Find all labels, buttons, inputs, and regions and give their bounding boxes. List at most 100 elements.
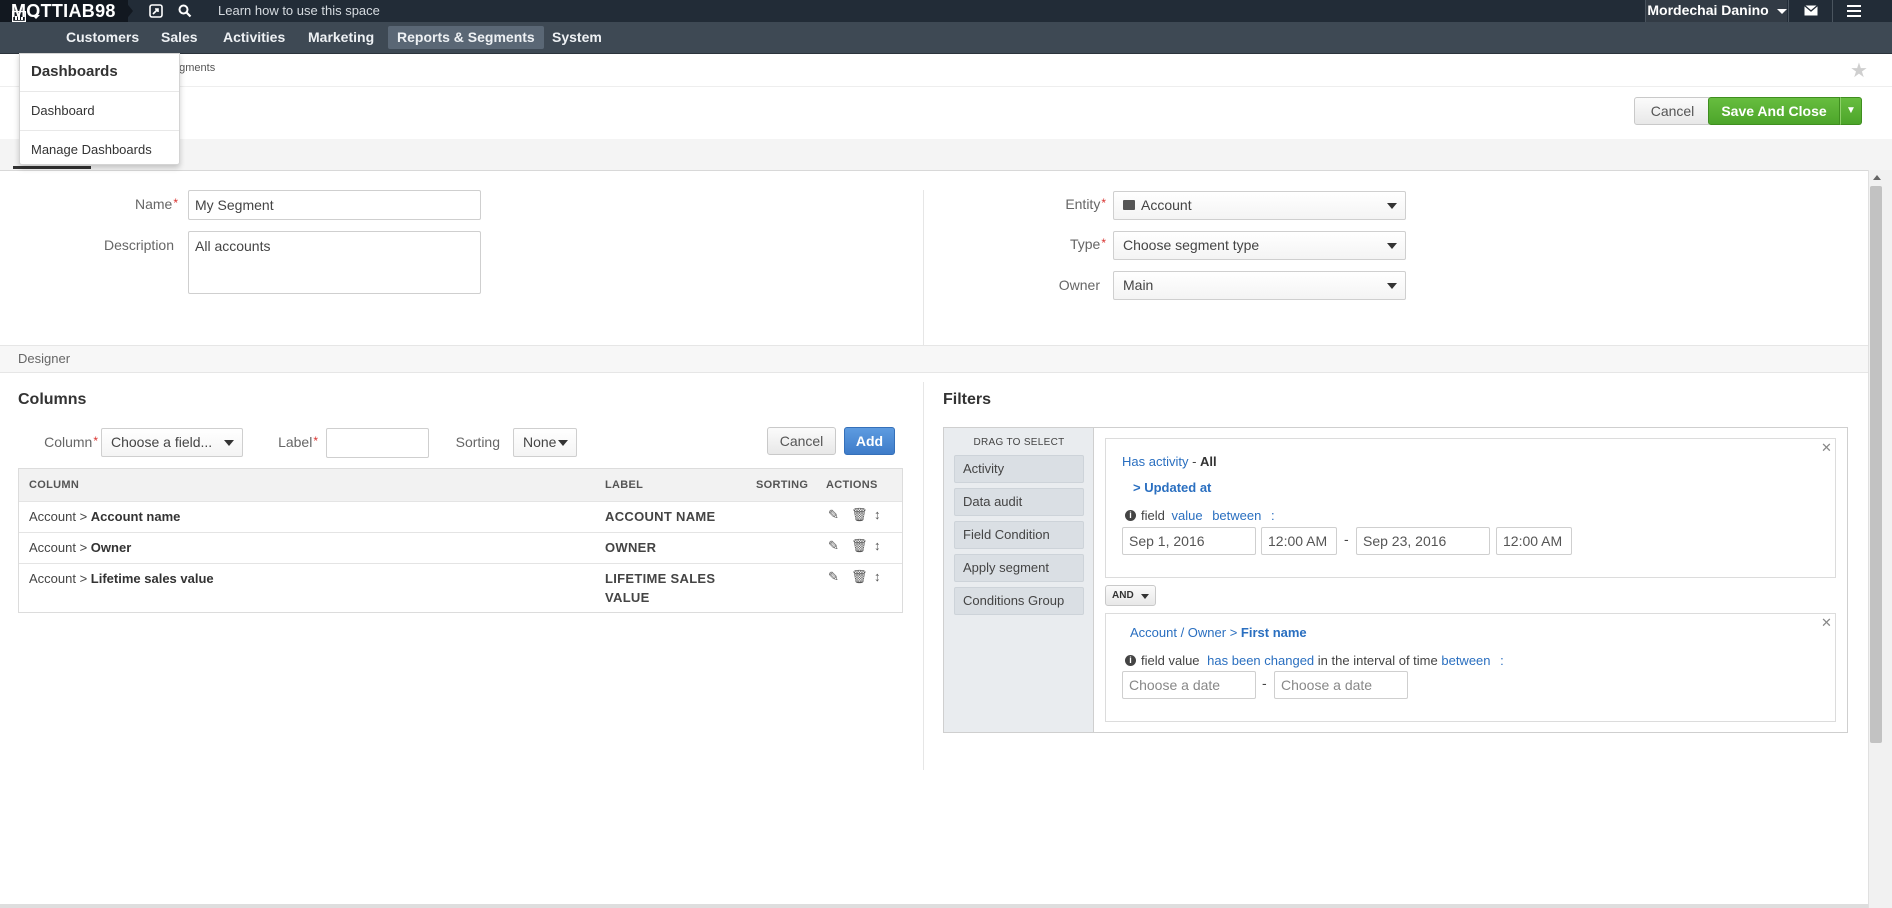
dropdown-divider bbox=[20, 130, 179, 131]
dropdown-item-manage-dashboards[interactable]: Manage Dashboards bbox=[31, 142, 152, 157]
drag-item-apply-segment[interactable]: Apply segment bbox=[954, 554, 1084, 582]
edit-icon[interactable]: ✎ bbox=[828, 538, 839, 554]
header-actions: ACTIONS bbox=[826, 479, 878, 491]
dash-separator: - bbox=[1188, 454, 1201, 469]
column-cancel-button[interactable]: Cancel bbox=[767, 427, 836, 455]
activity-all-link[interactable]: All bbox=[1200, 454, 1217, 469]
bookmark-icon[interactable] bbox=[149, 0, 163, 24]
description-textarea[interactable]: All accounts bbox=[188, 231, 481, 294]
drag-item-data-audit[interactable]: Data audit bbox=[954, 488, 1084, 516]
move-icon[interactable]: ↕ bbox=[874, 538, 881, 553]
dashboards-toggle[interactable] bbox=[11, 0, 41, 32]
trash-icon[interactable]: 🗑 bbox=[851, 538, 868, 554]
field-condition-header: Account / Owner > First name bbox=[1130, 625, 1307, 640]
drag-item-conditions-group[interactable]: Conditions Group bbox=[954, 587, 1084, 615]
move-icon[interactable]: ↕ bbox=[874, 507, 881, 522]
mail-icon[interactable] bbox=[1788, 0, 1832, 22]
close-icon[interactable]: ✕ bbox=[1821, 440, 1832, 456]
info-icon: i bbox=[1125, 510, 1136, 522]
table-row: Account > Account name bbox=[29, 509, 181, 524]
sorting-label: Sorting bbox=[455, 434, 500, 450]
columns-table: COLUMN LABEL SORTING ACTIONS Account > A… bbox=[18, 468, 903, 613]
cancel-button[interactable]: Cancel bbox=[1634, 97, 1711, 125]
nav-marketing[interactable]: Marketing bbox=[308, 22, 374, 54]
save-and-close-button[interactable]: Save And Close bbox=[1708, 97, 1840, 125]
value-link[interactable]: value bbox=[1171, 508, 1202, 523]
columns-title: Columns bbox=[18, 391, 87, 408]
label-input[interactable] bbox=[326, 428, 429, 458]
date-to-input[interactable]: Sep 23, 2016 bbox=[1356, 527, 1490, 555]
scrollbar-thumb[interactable] bbox=[1870, 186, 1882, 743]
row-divider bbox=[19, 563, 902, 564]
move-icon[interactable]: ↕ bbox=[874, 569, 881, 584]
operator-select[interactable]: AND bbox=[1105, 585, 1156, 606]
trash-icon[interactable]: 🗑 bbox=[851, 569, 868, 585]
type-select[interactable]: Choose segment type bbox=[1113, 231, 1406, 260]
user-menu[interactable]: Mordechai Danino bbox=[1645, 0, 1787, 22]
row-label: LIFETIME SALES bbox=[605, 571, 716, 586]
header-column: COLUMN bbox=[29, 479, 80, 491]
edit-icon[interactable]: ✎ bbox=[828, 569, 839, 585]
field-path[interactable]: Account / Owner > bbox=[1130, 625, 1241, 640]
scrollbar-header bbox=[1868, 139, 1892, 170]
date-to-input[interactable]: Choose a date bbox=[1274, 671, 1408, 699]
scroll-up-icon[interactable] bbox=[1873, 175, 1881, 180]
between-link[interactable]: between bbox=[1441, 653, 1490, 668]
date-from-input[interactable]: Sep 1, 2016 bbox=[1122, 527, 1256, 555]
sorting-value: None bbox=[523, 434, 557, 450]
nav-sales[interactable]: Sales bbox=[161, 22, 198, 54]
has-been-changed-link[interactable]: has been changed bbox=[1207, 653, 1314, 668]
type-value: Choose segment type bbox=[1123, 237, 1260, 253]
save-options-chevron-icon[interactable]: ▼ bbox=[1840, 97, 1862, 125]
time-to-input[interactable]: 12:00 AM bbox=[1496, 527, 1572, 555]
header-label: LABEL bbox=[605, 479, 644, 491]
close-icon[interactable]: ✕ bbox=[1821, 615, 1832, 631]
name-input[interactable]: My Segment bbox=[188, 190, 481, 220]
search-icon[interactable] bbox=[178, 0, 192, 24]
edit-icon[interactable]: ✎ bbox=[828, 507, 839, 523]
sorting-select[interactable]: None bbox=[513, 428, 577, 457]
star-icon[interactable]: ★ bbox=[1850, 58, 1868, 83]
field-name[interactable]: First name bbox=[1241, 625, 1307, 640]
drag-item-activity[interactable]: Activity bbox=[954, 455, 1084, 483]
range-separator: - bbox=[1262, 675, 1267, 691]
breadcrumb-area bbox=[0, 55, 1892, 87]
date-from-input[interactable]: Choose a date bbox=[1122, 671, 1256, 699]
chevron-down-icon bbox=[1387, 203, 1397, 209]
entity-value: Account bbox=[1141, 197, 1192, 213]
dropdown-item-dashboard[interactable]: Dashboard bbox=[31, 103, 95, 118]
type-label: Type* bbox=[1069, 236, 1106, 252]
drag-item-field-condition[interactable]: Field Condition bbox=[954, 521, 1084, 549]
chevron-down-icon bbox=[1776, 8, 1787, 14]
logo-notch bbox=[124, 0, 133, 22]
nav-customers[interactable]: Customers bbox=[66, 22, 139, 54]
designer-divider bbox=[923, 382, 924, 770]
nav-activities[interactable]: Activities bbox=[223, 22, 285, 54]
nav-system[interactable]: System bbox=[552, 22, 602, 54]
row-divider bbox=[19, 532, 902, 533]
help-link[interactable]: Learn how to use this space bbox=[218, 0, 380, 22]
owner-select[interactable]: Main bbox=[1113, 271, 1406, 300]
column-add-button[interactable]: Add bbox=[844, 427, 895, 455]
trash-icon[interactable]: 🗑 bbox=[851, 507, 868, 523]
nav-reports-segments[interactable]: Reports & Segments bbox=[388, 26, 544, 49]
between-link[interactable]: between bbox=[1212, 508, 1261, 523]
page-header bbox=[0, 88, 1892, 140]
time-from-input[interactable]: 12:00 AM bbox=[1261, 527, 1337, 555]
entity-select[interactable]: Account bbox=[1113, 191, 1406, 220]
active-tab-indicator[interactable] bbox=[13, 166, 91, 169]
updated-at-link[interactable]: > Updated at bbox=[1133, 480, 1211, 495]
label-label: Label* bbox=[278, 434, 318, 450]
table-row: Account > Owner bbox=[29, 540, 132, 555]
entity-label: Entity* bbox=[1065, 196, 1106, 212]
column-placeholder: Choose a field... bbox=[111, 434, 213, 450]
interval-text: in the interval of time bbox=[1317, 653, 1438, 668]
activity-field-row: i field value between : bbox=[1125, 508, 1275, 523]
info-icon: i bbox=[1125, 655, 1136, 667]
has-activity-link[interactable]: Has activity bbox=[1122, 454, 1188, 469]
tab-strip bbox=[0, 139, 1868, 171]
activity-condition-header: Has activity - All bbox=[1122, 454, 1217, 469]
hamburger-icon[interactable] bbox=[1832, 0, 1874, 22]
column-select[interactable]: Choose a field... bbox=[101, 428, 243, 457]
field-condition-row: i field value has been changed in the int… bbox=[1125, 653, 1504, 668]
